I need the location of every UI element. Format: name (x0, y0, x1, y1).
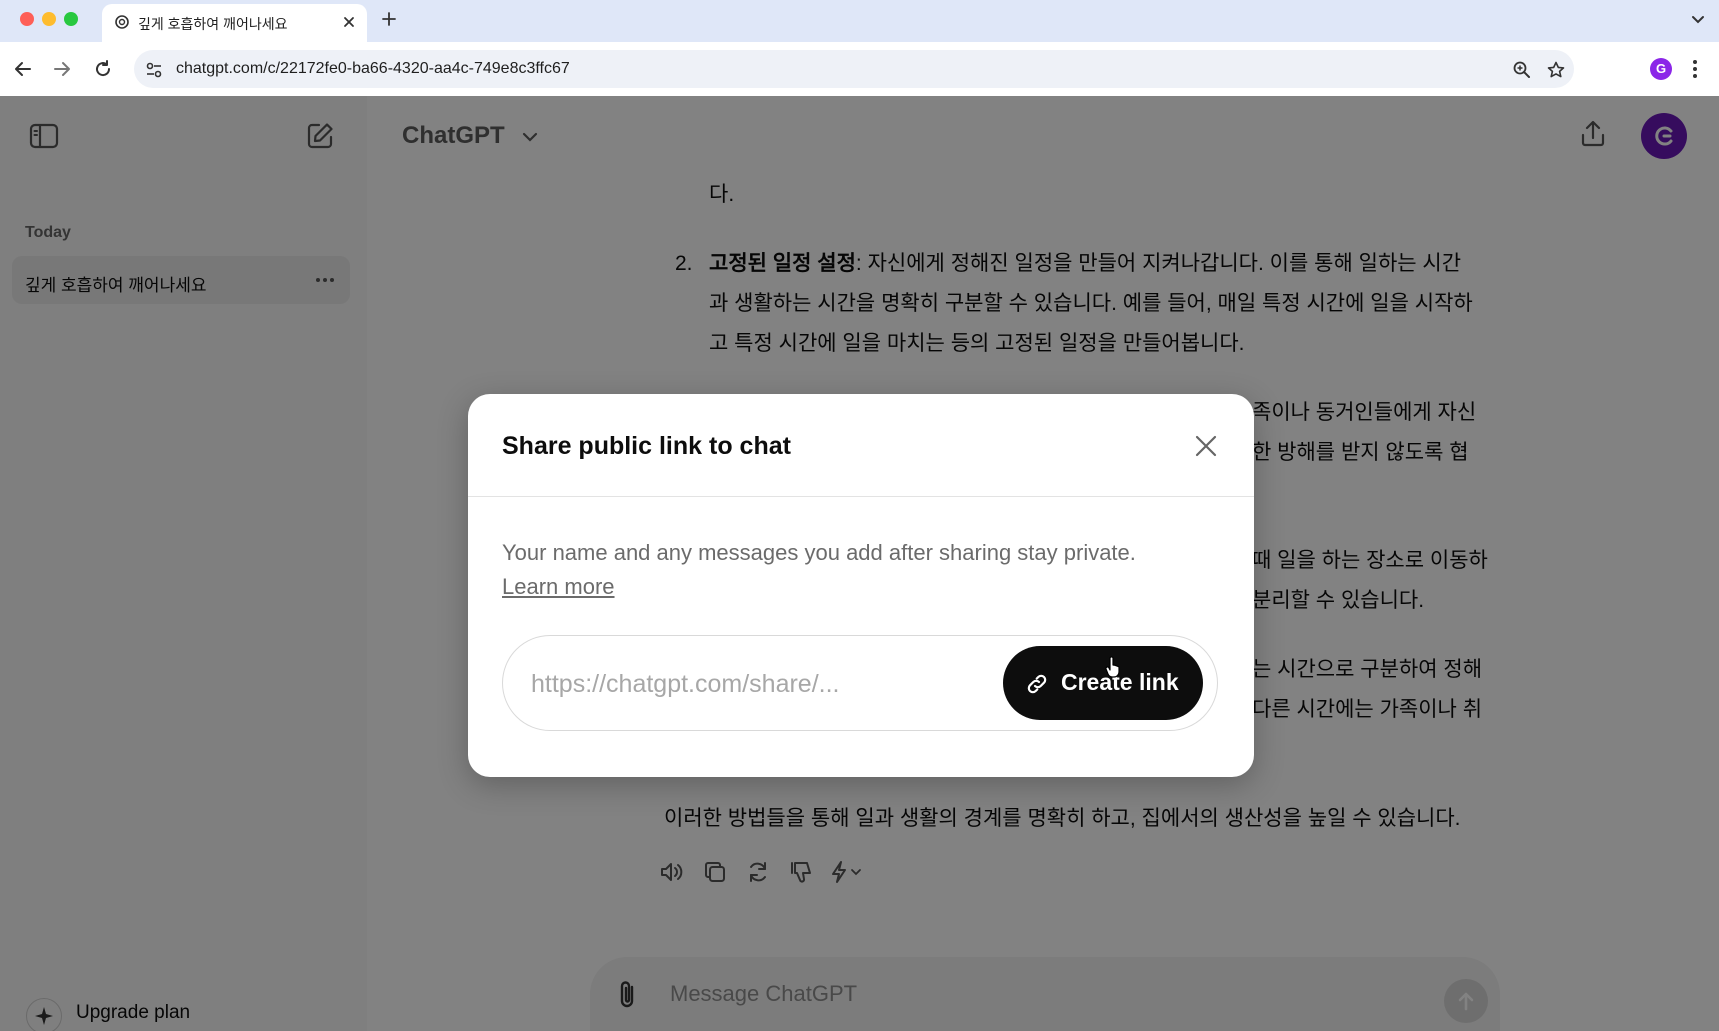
close-icon[interactable] (1192, 432, 1220, 460)
site-settings-icon[interactable] (144, 60, 164, 80)
create-link-button[interactable]: Create link (1003, 646, 1203, 720)
close-window-button[interactable] (20, 12, 34, 26)
address-url: chatgpt.com/c/22172fe0-ba66-4320-aa4c-74… (176, 60, 570, 77)
share-link-dialog: Share public link to chat Your name and … (468, 394, 1254, 777)
tab-title: 깊게 호흡하여 깨어나세요 (138, 16, 288, 32)
learn-more-link[interactable]: Learn more (502, 570, 615, 604)
zoom-window-button[interactable] (64, 12, 78, 26)
tab-close-icon[interactable] (341, 14, 357, 30)
tab-search-chevron-icon[interactable] (1689, 10, 1707, 28)
forward-arrow-icon[interactable] (51, 58, 73, 80)
browser-profile-avatar[interactable]: G (1650, 58, 1672, 80)
share-link-field: Create link (502, 635, 1218, 731)
new-tab-icon[interactable] (380, 10, 398, 28)
dialog-title: Share public link to chat (502, 432, 791, 460)
reload-icon[interactable] (92, 58, 114, 80)
dialog-divider (468, 496, 1254, 497)
address-bar[interactable]: chatgpt.com/c/22172fe0-ba66-4320-aa4c-74… (134, 50, 1574, 88)
browser-toolbar: chatgpt.com/c/22172fe0-ba66-4320-aa4c-74… (0, 42, 1719, 96)
zoom-icon[interactable] (1512, 60, 1532, 80)
bookmark-star-icon[interactable] (1546, 60, 1566, 80)
browser-tab-active[interactable]: 깊게 호흡하여 깨어나세요 (102, 4, 367, 42)
share-url-input[interactable] (531, 666, 961, 702)
chatgpt-favicon-icon (114, 14, 130, 30)
browser-tab-bar: 깊게 호흡하여 깨어나세요 (0, 0, 1719, 42)
link-icon (1027, 674, 1047, 694)
back-arrow-icon[interactable] (12, 58, 34, 80)
minimize-window-button[interactable] (42, 12, 56, 26)
browser-menu-icon[interactable] (1692, 58, 1698, 80)
dialog-description: Your name and any messages you add after… (502, 540, 1136, 565)
pointer-cursor-icon (1104, 656, 1122, 678)
